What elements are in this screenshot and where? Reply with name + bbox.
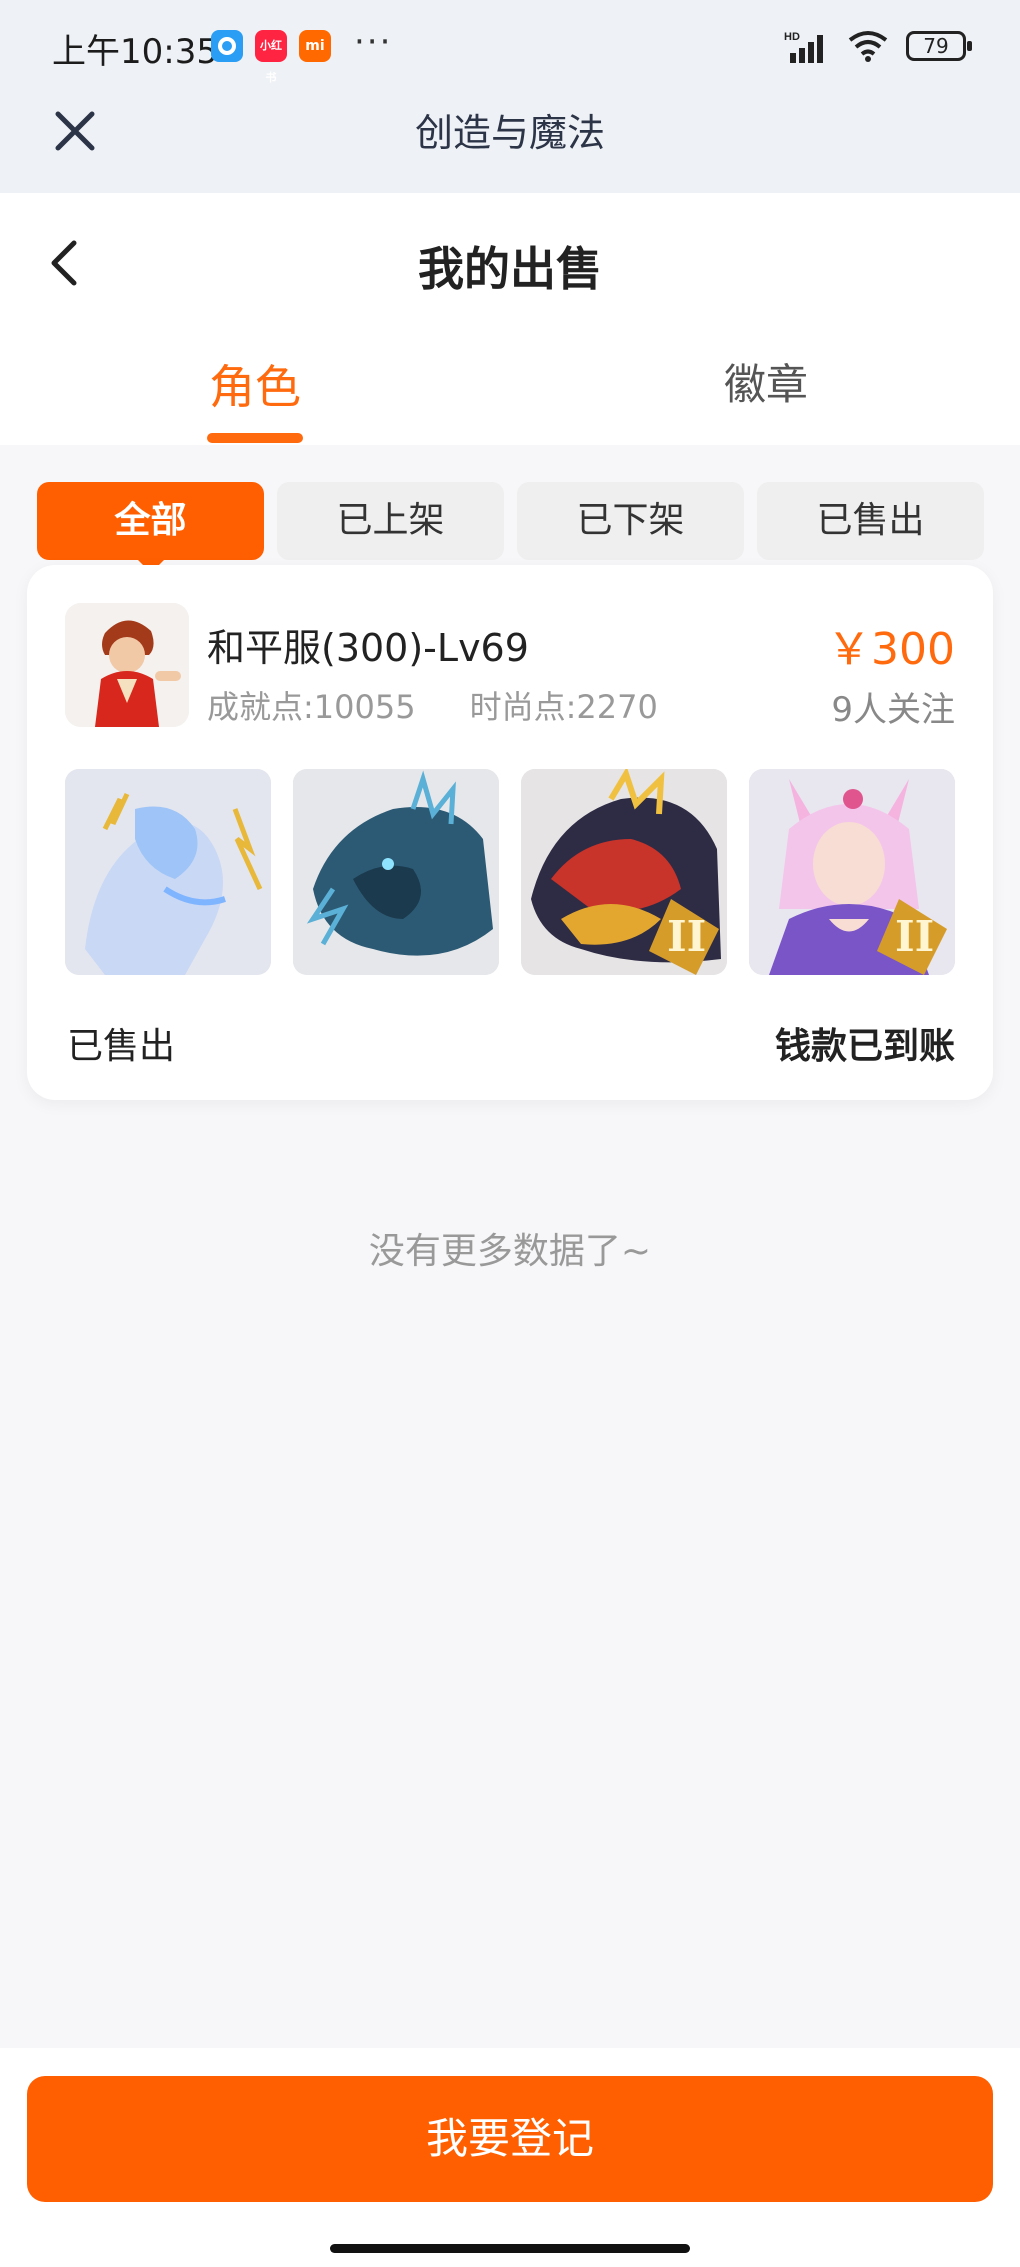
character-avatar xyxy=(65,603,189,727)
battery-icon: 79 xyxy=(906,31,972,61)
more-notifications-icon: ··· xyxy=(354,22,393,62)
filter-chips: 全部 已上架 已下架 已售出 xyxy=(37,482,984,573)
mi-icon: mi xyxy=(299,30,331,62)
wifi-icon xyxy=(848,31,888,62)
filter-all[interactable]: 全部 xyxy=(37,482,264,573)
status-bar: 上午10:35 小红书 mi ··· HD 79 xyxy=(0,0,1020,92)
role-stats: 成就点:10055 时尚点:2270 xyxy=(207,682,658,728)
svg-text:II: II xyxy=(895,912,934,961)
thunder-horse-thumbnail xyxy=(65,769,271,975)
filter-listed[interactable]: 已上架 xyxy=(277,482,504,560)
price: ￥300 xyxy=(827,624,955,675)
thumbnail-row: II II xyxy=(65,769,955,975)
golden-dragon-thumbnail: II xyxy=(521,769,727,975)
ice-dragon-thumbnail xyxy=(293,769,499,975)
filter-unlisted[interactable]: 已下架 xyxy=(517,482,744,560)
payment-status: 钱款已到账 xyxy=(774,1026,955,1067)
page-title: 我的出售 xyxy=(418,242,602,296)
home-indicator[interactable] xyxy=(330,2244,690,2253)
svg-text:HD: HD xyxy=(784,31,800,43)
tab-badge[interactable]: 徽章 xyxy=(666,351,866,412)
blue-app-icon xyxy=(211,30,243,62)
status-right: HD 79 xyxy=(784,28,972,64)
svg-text:II: II xyxy=(667,912,706,961)
app-header: 创造与魔法 xyxy=(0,92,1020,193)
app-title: 创造与魔法 xyxy=(414,111,605,155)
listing-card[interactable]: 和平服(300)-Lv69 成就点:10055 时尚点:2270 ￥300 9人关… xyxy=(27,565,993,1100)
followers-count: 9人关注 xyxy=(831,690,955,730)
footer: 我要登记 xyxy=(0,2048,1020,2267)
sale-status: 已售出 xyxy=(67,1026,176,1067)
status-time: 上午10:35 xyxy=(52,32,218,72)
register-button[interactable]: 我要登记 xyxy=(27,2076,993,2202)
tab-role[interactable]: 角色 xyxy=(155,351,355,417)
filter-sold[interactable]: 已售出 xyxy=(757,482,984,560)
fox-girl-thumbnail: II xyxy=(749,769,955,975)
achievement-points: 成就点:10055 xyxy=(207,688,416,726)
fashion-points: 时尚点:2270 xyxy=(469,688,658,726)
no-more-data-text: 没有更多数据了~ xyxy=(368,1231,652,1272)
top-zone: 上午10:35 小红书 mi ··· HD 79 创造与魔法 xyxy=(0,0,1020,193)
signal-icon: HD xyxy=(784,31,823,63)
xiaohongshu-icon: 小红书 xyxy=(255,30,287,84)
page-header: 我的出售 角色 徽章 xyxy=(0,193,1020,445)
tab-underline xyxy=(207,433,303,443)
role-name: 和平服(300)-Lv69 xyxy=(207,626,529,670)
